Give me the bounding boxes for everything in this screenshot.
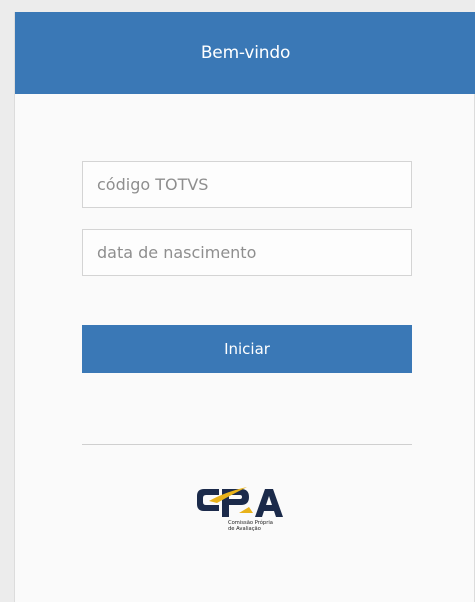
login-card: Bem-vindo Iniciar Comissão Própria de Av… [14,12,475,602]
welcome-title: Bem-vindo [200,43,291,63]
divider [82,444,412,445]
cpa-logo-mark [197,487,283,517]
data-nascimento-input[interactable] [82,229,412,276]
card-header: Bem-vindo [15,12,475,94]
iniciar-button[interactable]: Iniciar [82,325,412,373]
logo-subtitle-line2: de Avaliação [228,526,261,532]
cpa-logo: Comissão Própria de Avaliação [195,483,301,543]
codigo-totvs-input[interactable] [82,161,412,208]
